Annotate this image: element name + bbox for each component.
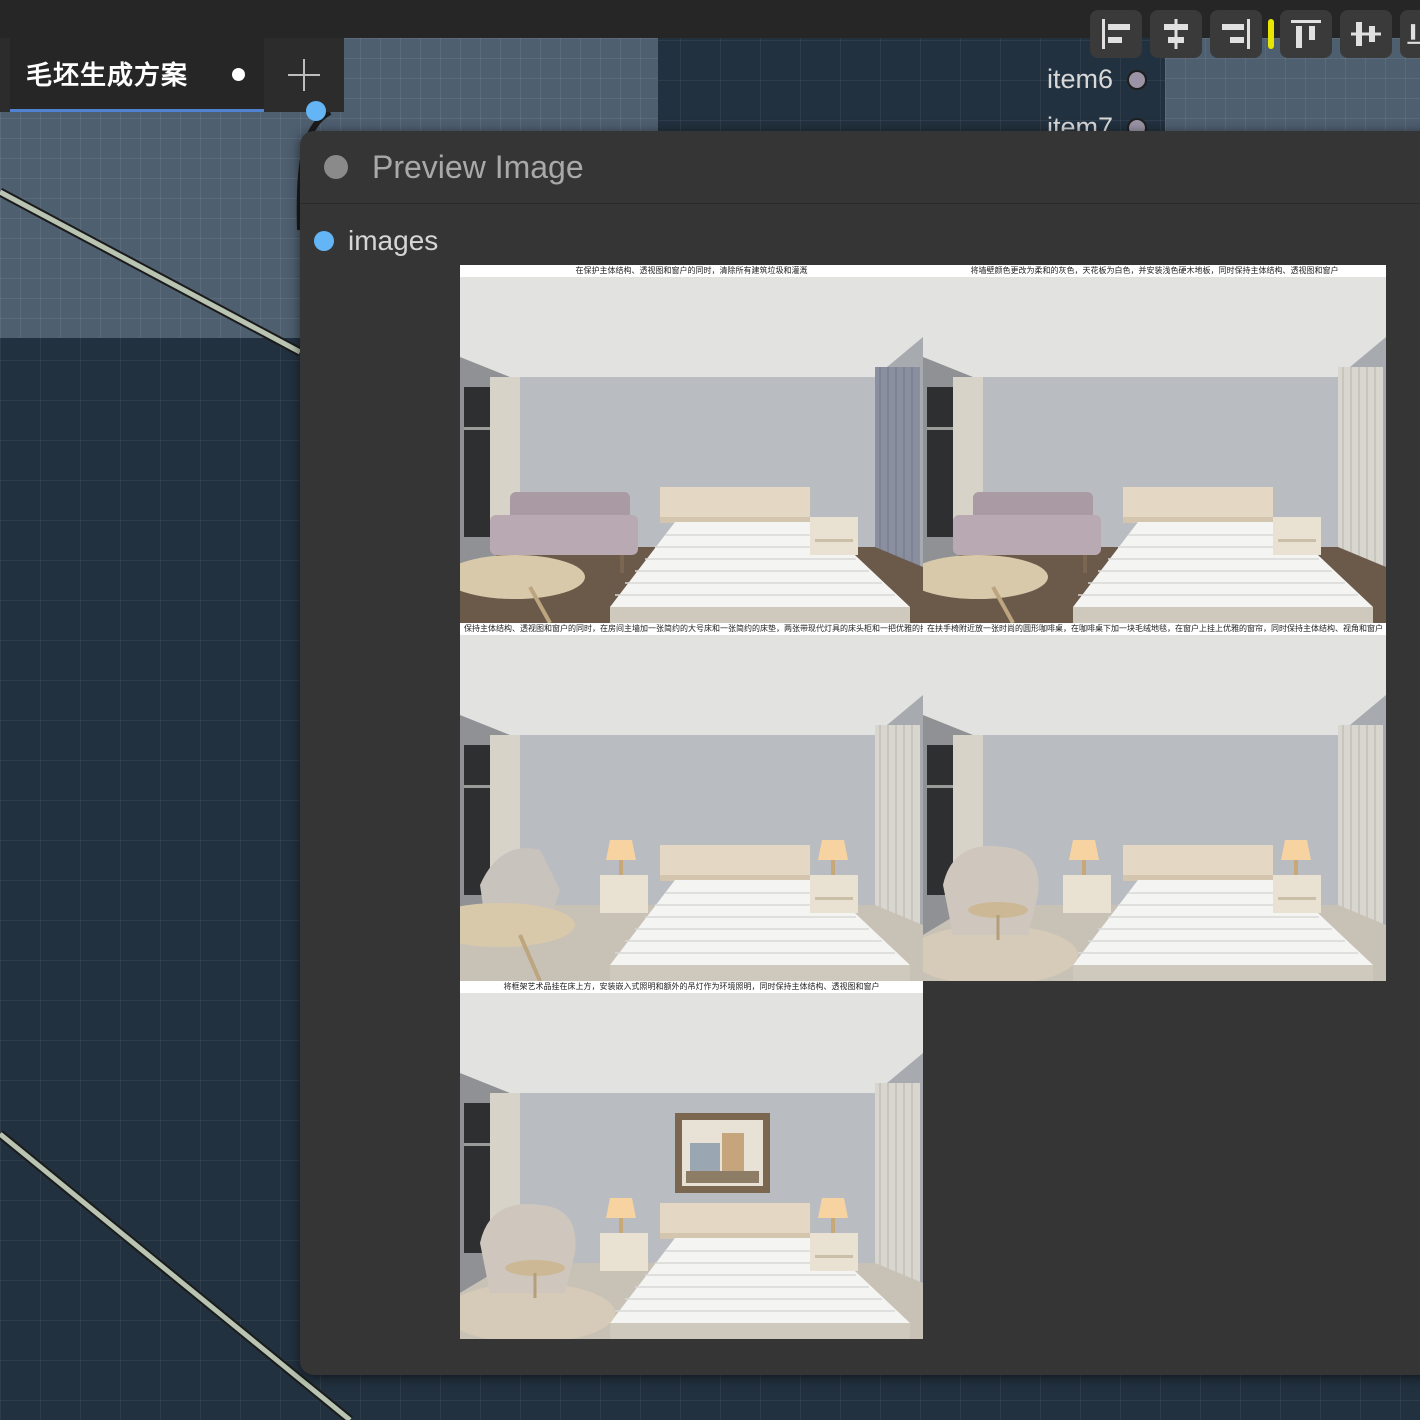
bedroom-photo (923, 635, 1386, 981)
align-left-icon (1102, 19, 1130, 49)
slot-connector-icon[interactable] (1127, 69, 1148, 90)
workflow-tab-strip: 毛坯生成方案 (0, 38, 344, 112)
bedroom-photo (460, 635, 923, 981)
align-top-icon (1291, 20, 1321, 48)
slot-label: item6 (1047, 64, 1114, 94)
node-input-slot[interactable]: images (314, 225, 438, 257)
align-right-button[interactable] (1210, 10, 1262, 58)
plus-icon (288, 59, 320, 91)
slot-item[interactable]: item6 (1047, 64, 1148, 95)
slot-connector-icon[interactable] (1127, 117, 1148, 132)
image-caption: 将框架艺术品挂在床上方，安装嵌入式照明和额外的吊灯作为环境照明，同时保持主体结构… (460, 981, 923, 993)
bedroom-photo (923, 277, 1386, 623)
image-caption: 将墙壁颜色更改为柔和的灰色，天花板为白色，并安装浅色硬木地板，同时保持主体结构、… (923, 265, 1386, 277)
input-connector-icon[interactable] (306, 101, 326, 121)
align-top-button[interactable] (1280, 10, 1332, 58)
align-bottom-button[interactable] (1400, 10, 1420, 58)
preview-image[interactable]: 在扶手椅附近放一张时尚的圆形咖啡桌，在咖啡桌下加一块毛绒地毯，在窗户上挂上优雅的… (923, 623, 1386, 981)
image-caption: 保持主体结构、透视图和窗户的同时，在房间主墙加一张简约的大号床和一张简约的床垫，… (460, 623, 923, 635)
image-caption: 在扶手椅附近放一张时尚的圆形咖啡桌，在咖啡桌下加一块毛绒地毯，在窗户上挂上优雅的… (923, 623, 1386, 635)
slot-label: images (348, 225, 439, 256)
unsaved-indicator-icon (232, 68, 245, 81)
slot-connector-icon[interactable] (314, 231, 334, 251)
workflow-tab-label: 毛坯生成方案 (26, 60, 189, 90)
align-right-icon (1222, 19, 1250, 49)
new-tab-button[interactable] (264, 38, 344, 112)
node-collapse-icon[interactable] (324, 155, 348, 179)
preview-image-node[interactable]: Preview Image images 在保护主体结构、透视图和窗户的同时，清… (300, 101, 1420, 1375)
toolbar-separator (1268, 19, 1274, 49)
workflow-tab[interactable]: 毛坯生成方案 (10, 38, 264, 112)
preview-image-grid: 在保护主体结构、透视图和窗户的同时，清除所有建筑垃圾和灌溉 将墙壁颜色更改为柔和… (460, 265, 1386, 1340)
bedroom-photo (460, 993, 923, 1339)
align-center-horizontal-button[interactable] (1150, 10, 1202, 58)
align-center-vertical-button[interactable] (1340, 10, 1392, 58)
preview-image[interactable]: 将框架艺术品挂在床上方，安装嵌入式照明和额外的吊灯作为环境照明，同时保持主体结构… (460, 981, 923, 1339)
align-center-vertical-icon (1351, 22, 1381, 46)
node-title: Preview Image (372, 148, 584, 185)
slot-label: item7 (1047, 112, 1114, 132)
slot-item[interactable]: item7 (1047, 112, 1148, 132)
align-toolbar (1090, 10, 1420, 58)
align-center-horizontal-icon (1164, 19, 1188, 49)
bedroom-photo (460, 277, 923, 623)
align-bottom-icon (1407, 24, 1420, 44)
node-header[interactable]: Preview Image (300, 131, 1420, 204)
preview-image[interactable]: 将墙壁颜色更改为柔和的灰色，天花板为白色，并安装浅色硬木地板，同时保持主体结构、… (923, 265, 1386, 623)
image-caption: 在保护主体结构、透视图和窗户的同时，清除所有建筑垃圾和灌溉 (460, 265, 923, 277)
preview-image[interactable]: 保持主体结构、透视图和窗户的同时，在房间主墙加一张简约的大号床和一张简约的床垫，… (460, 623, 923, 981)
align-left-button[interactable] (1090, 10, 1142, 58)
preview-image[interactable]: 在保护主体结构、透视图和窗户的同时，清除所有建筑垃圾和灌溉 (460, 265, 923, 623)
